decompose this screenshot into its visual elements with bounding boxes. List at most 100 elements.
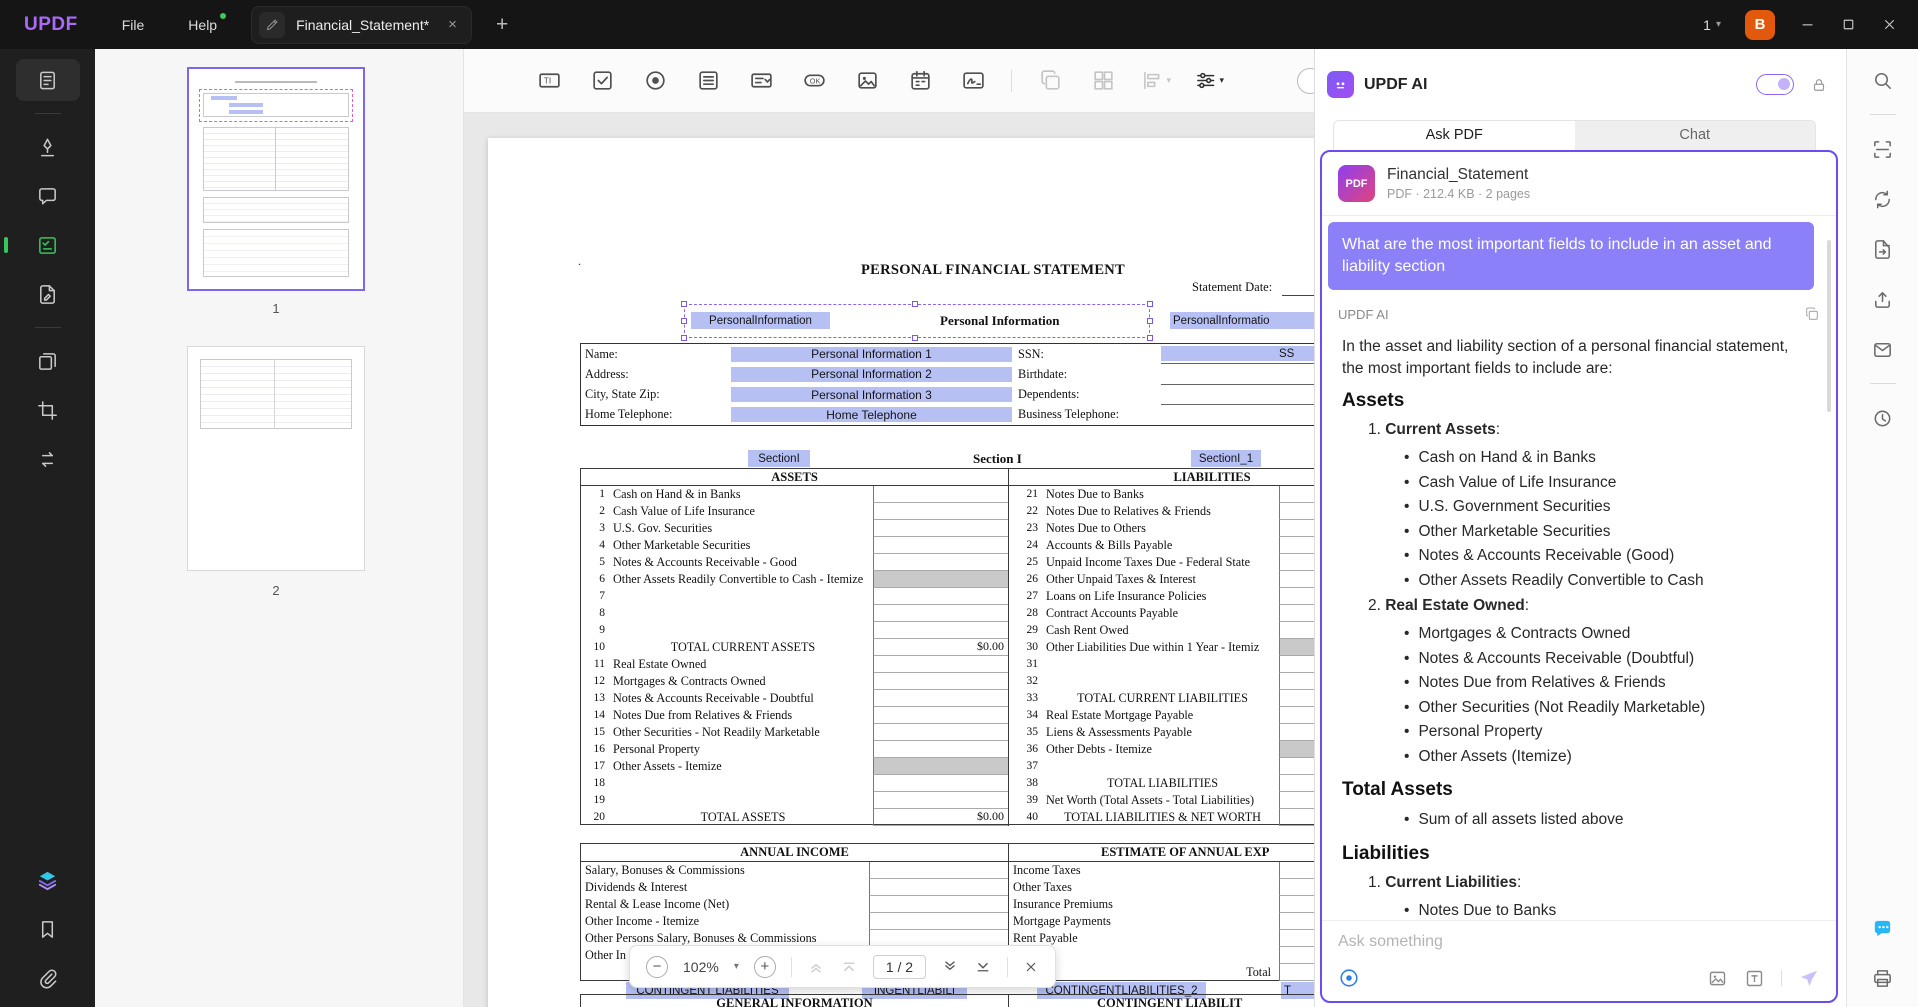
liability-amount-cell[interactable] (1279, 554, 1314, 571)
listbox-field-icon[interactable] (693, 66, 723, 96)
asset-amount-cell[interactable] (873, 554, 1008, 571)
expense-amount-cell[interactable] (1279, 896, 1314, 913)
duplicate-fields-icon[interactable] (1035, 66, 1065, 96)
mail-icon[interactable] (1861, 328, 1905, 370)
sync-icon[interactable] (1861, 178, 1905, 220)
liability-amount-cell[interactable] (1279, 707, 1314, 724)
asset-amount-cell[interactable] (873, 724, 1008, 741)
income-amount-cell[interactable] (869, 913, 1008, 930)
asset-amount-cell[interactable]: $0.00 (873, 639, 1008, 656)
form-field-highlight[interactable]: Personal Information 1 (731, 347, 1012, 362)
asset-amount-cell[interactable] (873, 503, 1008, 520)
liability-amount-cell[interactable] (1279, 809, 1314, 826)
asset-amount-cell[interactable] (873, 588, 1008, 605)
reader-icon[interactable] (16, 59, 80, 101)
form-field-tag[interactable]: PersonalInformatio (1170, 312, 1314, 329)
scrollbar-thumb[interactable] (1827, 240, 1831, 412)
zoom-out-button[interactable]: − (646, 956, 668, 978)
page-edit-icon[interactable] (16, 273, 80, 315)
lock-icon[interactable] (1810, 76, 1828, 94)
expense-amount-cell[interactable] (1279, 913, 1314, 930)
asset-amount-cell[interactable] (873, 741, 1008, 758)
export-file-icon[interactable] (1861, 228, 1905, 270)
collapsed-panel-button[interactable] (1297, 68, 1314, 94)
asset-amount-cell[interactable] (873, 605, 1008, 622)
liability-amount-cell[interactable] (1279, 673, 1314, 690)
form-field-tag[interactable]: PersonalInformation (691, 312, 830, 329)
stacks-icon[interactable] (16, 859, 80, 901)
asset-amount-cell[interactable] (873, 486, 1008, 503)
send-button[interactable] (1798, 967, 1820, 989)
asset-amount-cell[interactable] (873, 571, 1008, 588)
copy-icon[interactable] (1804, 306, 1820, 322)
print-icon[interactable] (1861, 957, 1905, 999)
radio-field-icon[interactable] (640, 66, 670, 96)
image-field-icon[interactable] (852, 66, 882, 96)
menu-help[interactable]: Help (188, 17, 217, 33)
field-properties-icon[interactable]: ▾ (1194, 66, 1224, 96)
page-number-input[interactable]: 1 / 2 (873, 955, 926, 979)
liability-amount-cell[interactable] (1279, 724, 1314, 741)
liability-amount-cell[interactable] (1279, 588, 1314, 605)
menu-file[interactable]: File (122, 17, 145, 33)
document-tab[interactable]: Financial_Statement* × (251, 6, 472, 44)
form-field-highlight[interactable]: Personal Information 3 (731, 387, 1012, 402)
convert-icon[interactable] (16, 438, 80, 480)
liability-amount-cell[interactable] (1279, 537, 1314, 554)
signature-field-icon[interactable] (958, 66, 988, 96)
attached-file-card[interactable]: PDF Financial_Statement PDF · 212.4 KB ·… (1322, 152, 1836, 216)
page-thumbnail-2[interactable] (187, 346, 365, 571)
zoom-in-button[interactable]: + (754, 956, 776, 978)
asset-amount-cell[interactable] (873, 537, 1008, 554)
asset-amount-cell[interactable] (873, 656, 1008, 673)
liability-amount-cell[interactable] (1279, 622, 1314, 639)
crop-icon[interactable] (16, 389, 80, 431)
organize-pages-icon[interactable] (16, 340, 80, 382)
attachment-icon[interactable] (16, 957, 80, 999)
search-icon[interactable] (1861, 59, 1905, 101)
asset-amount-cell[interactable] (873, 673, 1008, 690)
liability-amount-cell[interactable] (1279, 520, 1314, 537)
tab-chat[interactable]: Chat (1575, 121, 1816, 150)
tab-ask-pdf[interactable]: Ask PDF (1334, 121, 1575, 150)
date-field-icon[interactable] (905, 66, 935, 96)
income-amount-cell[interactable] (869, 862, 1008, 879)
text-field-icon[interactable]: TI (534, 66, 564, 96)
asset-amount-cell[interactable] (873, 758, 1008, 775)
insert-image-icon[interactable] (1707, 968, 1728, 989)
expense-amount-cell[interactable] (1279, 964, 1314, 981)
asset-amount-cell[interactable] (873, 792, 1008, 809)
checkbox-field-icon[interactable] (587, 66, 617, 96)
zoom-dropdown-icon[interactable]: ▾ (734, 961, 739, 972)
share-icon[interactable] (1861, 278, 1905, 320)
liability-amount-cell[interactable] (1279, 758, 1314, 775)
asset-amount-cell[interactable] (873, 690, 1008, 707)
liability-amount-cell[interactable] (1279, 605, 1314, 622)
asset-amount-cell[interactable]: $0.00 (873, 809, 1008, 826)
next-page-button[interactable] (941, 958, 959, 976)
grid-layout-icon[interactable] (1088, 66, 1118, 96)
annotate-icon[interactable] (16, 175, 80, 217)
maximize-button[interactable] (1840, 16, 1857, 33)
combobox-field-icon[interactable] (746, 66, 776, 96)
close-window-button[interactable] (1881, 16, 1898, 33)
asset-amount-cell[interactable] (873, 775, 1008, 792)
page-thumbnail-1[interactable] (187, 67, 365, 291)
income-amount-cell[interactable] (869, 896, 1008, 913)
income-amount-cell[interactable] (869, 879, 1008, 896)
form-field-tag[interactable]: SectionI_1 (1191, 450, 1261, 467)
chat-bubble-icon[interactable] (1861, 907, 1905, 949)
liability-amount-cell[interactable] (1279, 690, 1314, 707)
button-field-icon[interactable]: OK (799, 66, 829, 96)
stamp-icon[interactable] (16, 126, 80, 168)
window-count-dropdown[interactable]: 1 ▾ (1703, 17, 1721, 33)
asset-amount-cell[interactable] (873, 707, 1008, 724)
last-page-button[interactable] (974, 958, 992, 976)
expense-amount-cell[interactable] (1279, 879, 1314, 896)
liability-amount-cell[interactable] (1279, 656, 1314, 673)
ai-toggle-icon[interactable] (1756, 74, 1794, 95)
prompt-ideas-icon[interactable] (1338, 967, 1360, 989)
liability-amount-cell[interactable] (1279, 503, 1314, 520)
liability-amount-cell[interactable] (1279, 639, 1314, 656)
bookmark-icon[interactable] (16, 908, 80, 950)
